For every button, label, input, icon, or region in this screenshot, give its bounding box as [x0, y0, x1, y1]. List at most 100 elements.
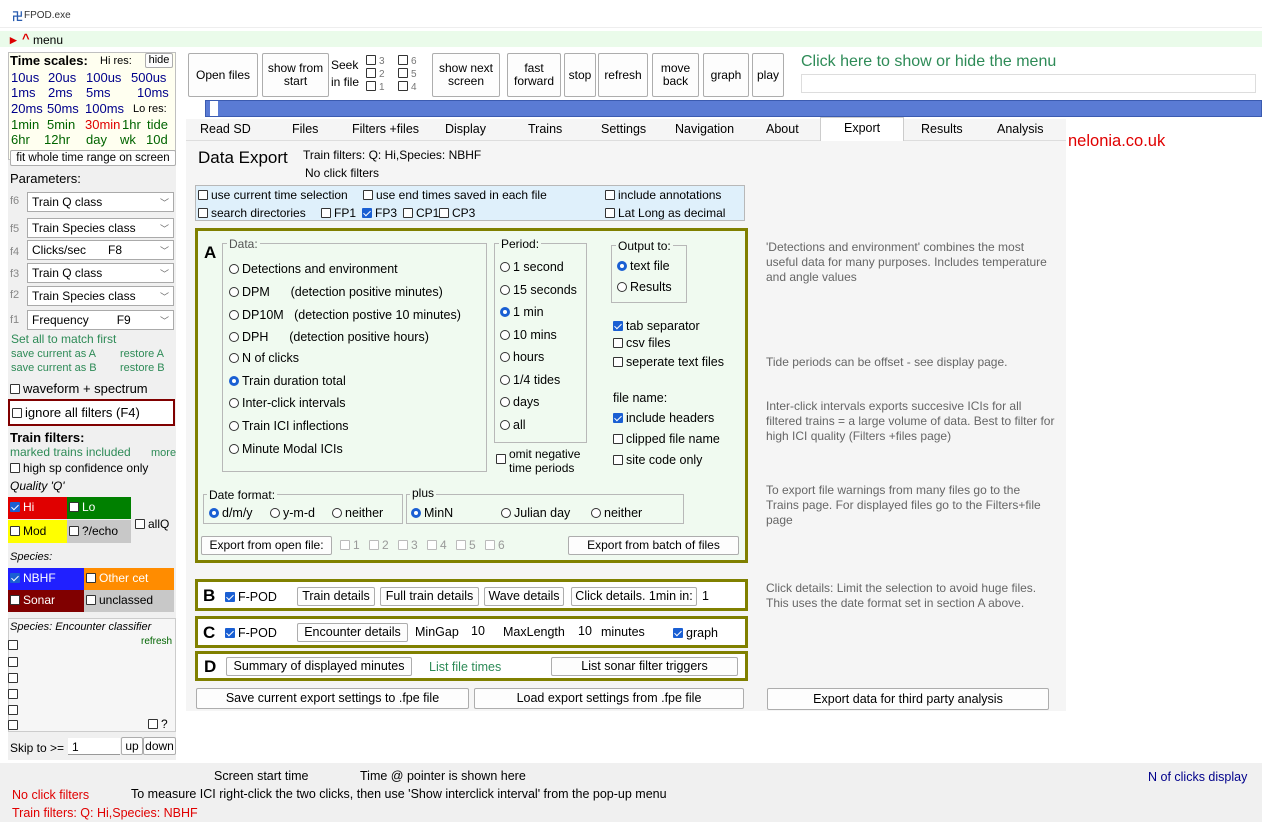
- ts-10us[interactable]: 10us: [11, 70, 39, 85]
- refresh-button[interactable]: refresh: [598, 53, 648, 97]
- output-results[interactable]: Results: [617, 280, 672, 294]
- click-details-button[interactable]: Click details. 1min in:: [571, 587, 697, 606]
- ts-day[interactable]: day: [86, 132, 107, 147]
- maxlength-input[interactable]: 10: [578, 624, 592, 638]
- cp3-checkbox[interactable]: CP3: [439, 206, 475, 220]
- menu-button[interactable]: menu: [33, 33, 63, 47]
- tab-export[interactable]: Export: [844, 121, 880, 139]
- fit-whole-range-button[interactable]: fit whole time range on screen: [10, 150, 176, 166]
- include-headers-checkbox[interactable]: include headers: [613, 411, 714, 425]
- output-text-file[interactable]: text file: [617, 259, 670, 273]
- tab-settings[interactable]: Settings: [601, 122, 646, 140]
- hint-input[interactable]: [801, 74, 1256, 93]
- data-opt-detections[interactable]: Detections and environment: [229, 262, 398, 276]
- data-opt-modal-icis[interactable]: Minute Modal ICIs: [229, 442, 343, 456]
- param-f4-select[interactable]: Clicks/sec F8 ﹀: [27, 240, 174, 260]
- q-mod-box[interactable]: Mod: [8, 520, 67, 543]
- omit-negative-checkbox[interactable]: omit negative time periods: [496, 447, 591, 475]
- graph-button[interactable]: graph: [703, 53, 749, 97]
- open-file-3[interactable]: 3: [398, 538, 418, 552]
- csv-files-checkbox[interactable]: csv files: [613, 336, 670, 350]
- restore-b-link[interactable]: restore B: [120, 362, 165, 374]
- ts-2ms[interactable]: 2ms: [48, 85, 73, 100]
- high-sp-checkbox[interactable]: high sp confidence only: [10, 461, 148, 475]
- open-file-5[interactable]: 5: [456, 538, 476, 552]
- tab-results[interactable]: Results: [921, 122, 963, 140]
- ts-20ms[interactable]: 20ms: [11, 101, 43, 116]
- mingap-input[interactable]: 10: [471, 624, 485, 638]
- tab-about[interactable]: About: [766, 122, 799, 140]
- encounter-checkbox-6[interactable]: [8, 718, 21, 732]
- period-1s[interactable]: 1 second: [500, 260, 564, 274]
- tab-display[interactable]: Display: [445, 122, 486, 140]
- ts-5min[interactable]: 5min: [47, 117, 75, 132]
- q-lo-box[interactable]: Lo: [67, 497, 131, 519]
- third-party-export-button[interactable]: Export data for third party analysis: [767, 688, 1049, 710]
- ts-100ms[interactable]: 100ms: [85, 101, 124, 116]
- wave-details-button[interactable]: Wave details: [484, 587, 564, 606]
- seek-1[interactable]: 1: [366, 81, 385, 93]
- c-fpod-checkbox[interactable]: F-POD: [225, 626, 277, 640]
- b-fpod-checkbox[interactable]: F-POD: [225, 590, 277, 604]
- list-sonar-button[interactable]: List sonar filter triggers: [551, 657, 738, 676]
- ts-wk[interactable]: wk: [120, 132, 136, 147]
- date-ymd[interactable]: y-m-d: [270, 506, 315, 520]
- plus-neither[interactable]: neither: [591, 506, 642, 520]
- ts-100us[interactable]: 100us: [86, 70, 121, 85]
- seek-5[interactable]: 5: [398, 68, 417, 80]
- ts-12hr[interactable]: 12hr: [44, 132, 70, 147]
- param-f1-select[interactable]: Frequency F9 ﹀: [27, 310, 174, 330]
- open-files-button[interactable]: Open files: [188, 53, 258, 97]
- encounter-details-button[interactable]: Encounter details: [297, 623, 408, 642]
- period-15s[interactable]: 15 seconds: [500, 283, 577, 297]
- ts-1hr[interactable]: 1hr: [122, 117, 141, 132]
- encounter-checkbox-1[interactable]: [8, 638, 21, 652]
- latlong-checkbox[interactable]: Lat Long as decimal: [605, 206, 725, 220]
- list-file-times-link[interactable]: List file times: [429, 660, 501, 674]
- time-scroll-thumb[interactable]: [210, 101, 218, 116]
- encounter-help-checkbox[interactable]: ?: [148, 717, 168, 731]
- ts-50ms[interactable]: 50ms: [47, 101, 79, 116]
- seek-4[interactable]: 4: [398, 81, 417, 93]
- ignore-filters-checkbox[interactable]: ignore all filters (F4): [12, 405, 140, 420]
- sp-unclassed-box[interactable]: unclassed: [84, 590, 174, 612]
- tab-read-sd[interactable]: Read SD: [200, 122, 251, 140]
- data-opt-train-duration[interactable]: Train duration total: [229, 374, 346, 388]
- skip-up-button[interactable]: up: [121, 737, 143, 755]
- param-f6-select[interactable]: Train Q class ﹀: [27, 192, 174, 212]
- param-f5-select[interactable]: Train Species class ﹀: [27, 218, 174, 238]
- train-details-button[interactable]: Train details: [297, 587, 375, 606]
- load-settings-button[interactable]: Load export settings from .fpe file: [474, 688, 744, 709]
- skip-input[interactable]: 1: [68, 738, 120, 755]
- period-days[interactable]: days: [500, 395, 539, 409]
- search-directories-checkbox[interactable]: search directories: [198, 206, 306, 220]
- stop-button[interactable]: stop: [564, 53, 596, 97]
- ts-6hr[interactable]: 6hr: [11, 132, 30, 147]
- ts-5ms[interactable]: 5ms: [86, 85, 111, 100]
- period-hours[interactable]: hours: [500, 350, 544, 364]
- seek-2[interactable]: 2: [366, 68, 385, 80]
- export-batch-button[interactable]: Export from batch of files: [568, 536, 739, 555]
- encounter-checkbox-4[interactable]: [8, 687, 21, 701]
- ts-30min[interactable]: 30min: [85, 117, 120, 132]
- use-end-times-checkbox[interactable]: use end times saved in each file: [363, 188, 547, 202]
- q-echo-box[interactable]: ?/echo: [67, 520, 131, 543]
- save-b-link[interactable]: save current as B: [11, 362, 97, 374]
- more-link[interactable]: more: [151, 447, 176, 459]
- tab-trains[interactable]: Trains: [528, 122, 562, 140]
- separate-files-checkbox[interactable]: seperate text files: [613, 355, 724, 369]
- plus-minn[interactable]: MinN: [411, 506, 453, 520]
- tab-separator-checkbox[interactable]: tab separator: [613, 319, 700, 333]
- time-scrollbar[interactable]: [205, 100, 1262, 117]
- sp-other-box[interactable]: Other cet: [84, 568, 174, 590]
- param-f2-select[interactable]: Train Species class ﹀: [27, 286, 174, 306]
- open-file-2[interactable]: 2: [369, 538, 389, 552]
- allq-checkbox[interactable]: allQ: [135, 517, 169, 531]
- date-dmy[interactable]: d/m/y: [209, 506, 253, 520]
- open-file-6[interactable]: 6: [485, 538, 505, 552]
- encounter-refresh-link[interactable]: refresh: [141, 636, 172, 647]
- open-file-4[interactable]: 4: [427, 538, 447, 552]
- export-open-file-button[interactable]: Export from open file:: [201, 536, 332, 555]
- skip-down-button[interactable]: down: [143, 737, 176, 755]
- ts-10d[interactable]: 10d: [146, 132, 168, 147]
